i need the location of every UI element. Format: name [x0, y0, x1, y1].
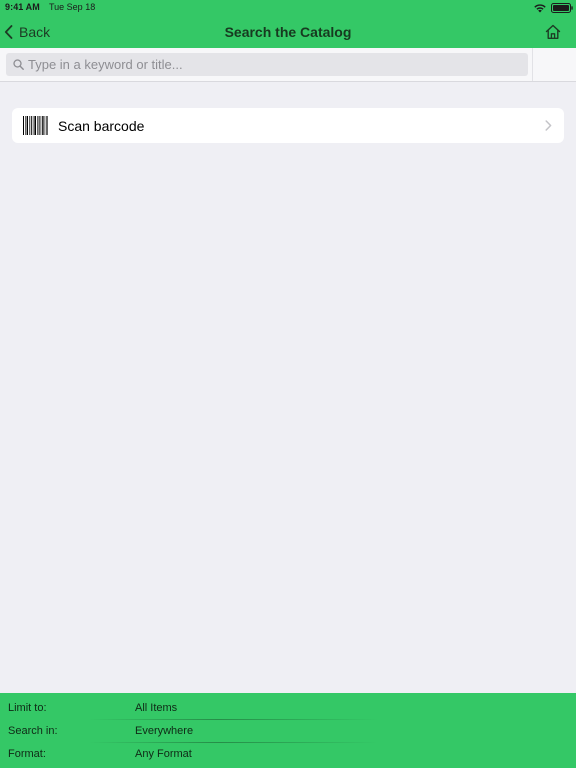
navigation-bar: Back Search the Catalog	[0, 16, 576, 48]
search-input[interactable]	[28, 54, 523, 75]
page-title: Search the Catalog	[224, 24, 352, 40]
search-icon	[13, 59, 24, 70]
header: 9:41 AM Tue Sep 18 Back Search the Catal…	[0, 0, 576, 48]
status-time: 9:41 AM	[5, 2, 40, 12]
filter-value: All Items	[135, 702, 178, 714]
search-divider	[532, 48, 533, 81]
chevron-left-icon	[4, 25, 13, 39]
search-bar	[0, 48, 576, 82]
filter-label: Format:	[8, 748, 46, 760]
home-icon[interactable]	[544, 23, 562, 41]
filter-value: Everywhere	[135, 725, 194, 737]
filter-row-search-in[interactable]: Search in: Everywhere	[0, 720, 576, 743]
scan-barcode-label: Scan barcode	[58, 118, 145, 134]
filter-label: Search in:	[8, 725, 58, 737]
search-filter-panel: Limit to: All Items Search in: Everywher…	[0, 693, 576, 768]
back-button-label: Back	[19, 24, 51, 40]
filter-label: Limit to:	[8, 702, 47, 714]
status-date: Tue Sep 18	[49, 2, 96, 12]
filter-row-limit-to[interactable]: Limit to: All Items	[0, 697, 576, 720]
status-bar: 9:41 AM Tue Sep 18	[0, 0, 576, 16]
barcode-icon	[23, 116, 48, 135]
filter-row-format[interactable]: Format: Any Format	[0, 743, 576, 765]
wifi-icon	[534, 4, 546, 13]
battery-icon	[551, 3, 573, 13]
chevron-right-icon	[545, 120, 552, 131]
scan-barcode-button[interactable]: Scan barcode	[12, 108, 564, 143]
search-field[interactable]	[6, 53, 528, 76]
filter-value: Any Format	[135, 748, 192, 760]
back-button[interactable]: Back	[4, 21, 50, 43]
